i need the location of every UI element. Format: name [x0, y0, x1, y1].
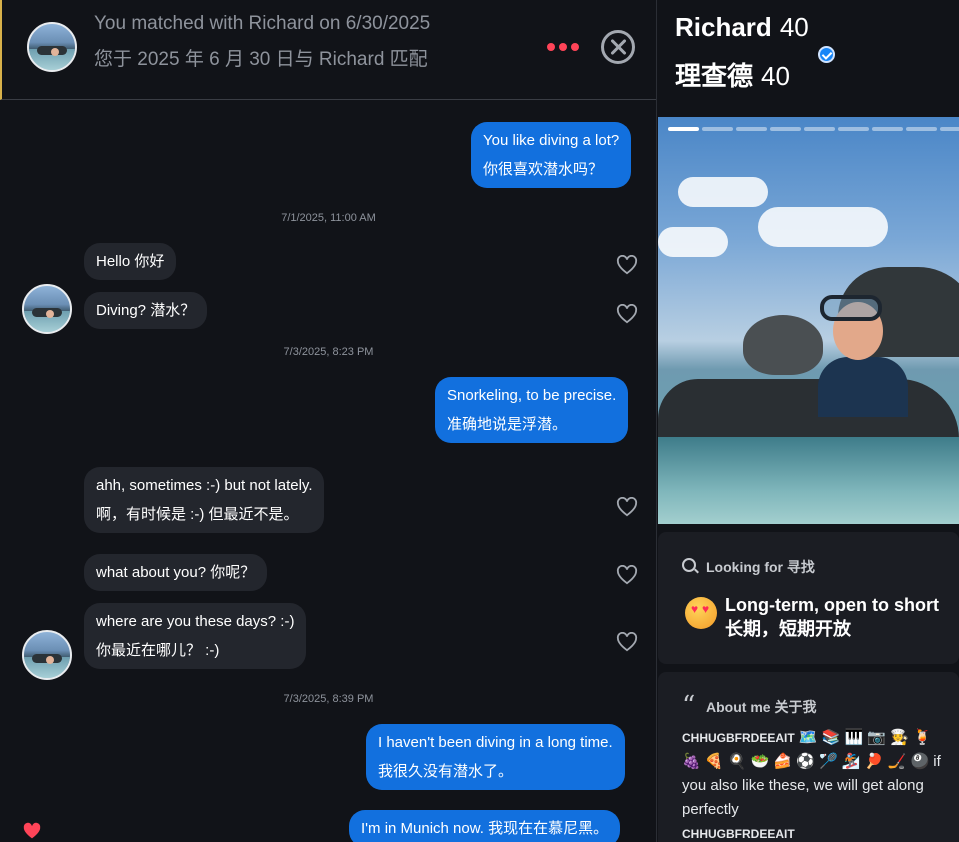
looking-for-value: Long-term, open to short 长期，短期开放 — [725, 595, 939, 639]
photo-progress-segment[interactable] — [668, 127, 699, 131]
profile-age: 40 — [761, 61, 790, 91]
chat-header: You matched with Richard on 6/30/2025 您于… — [0, 0, 656, 100]
photo-progress-segment[interactable] — [770, 127, 801, 131]
profile-panel: Richard40 理查德40 Looking for 寻找 Long-term… — [658, 0, 959, 842]
message-text: what about you? 你呢？ — [96, 564, 256, 581]
more-dots-icon[interactable] — [547, 43, 579, 51]
message-text: where are you these days? :-) — [96, 613, 295, 630]
message-bubble-outgoing[interactable]: I haven't been diving in a long time. 我很… — [366, 724, 625, 790]
photo-progress-segment[interactable] — [702, 127, 733, 131]
sender-avatar[interactable] — [22, 284, 72, 334]
profile-photo[interactable] — [658, 117, 959, 524]
timestamp: 7/3/2025, 8:39 PM — [283, 693, 374, 705]
match-date-zh: 您于 2025 年 6 月 30 日与 Richard 匹配 — [94, 49, 428, 70]
search-icon — [682, 558, 696, 572]
about-caps: CHHUGBFRDEEAIT — [682, 827, 795, 841]
like-heart-icon[interactable] — [616, 255, 638, 275]
message-text: You like diving a lot? — [483, 132, 620, 149]
message-text: 准确地说是浮潜。 — [447, 416, 568, 433]
message-bubble-incoming[interactable]: ahh, sometimes :-) but not lately. 啊，有时候… — [84, 467, 325, 533]
about-emoji-row: 🗺️ 📚 🎹 📷 🧑‍🍳 🍹 — [798, 729, 932, 746]
snorkel-mask — [820, 295, 882, 321]
profile-name: Richard — [675, 12, 772, 42]
profile-name-chinese: 理查德 — [675, 61, 754, 91]
like-heart-icon[interactable] — [616, 497, 638, 517]
message-text: I'm in Munich now. 我现在在慕尼黑。 — [361, 820, 609, 837]
about-me-card: “ About me 关于我 CHHUGBFRDEEAIT 🗺️ 📚 🎹 📷 🧑… — [658, 672, 959, 842]
message-text: I haven't been diving in a long time. — [378, 734, 613, 751]
about-me-text: CHHUGBFRDEEAIT 🗺️ 📚 🎹 📷 🧑‍🍳 🍹 🍇 🍕 🍳 🥗 🍰 … — [682, 726, 956, 842]
message-bubble-outgoing[interactable]: You like diving a lot? 你很喜欢潜水吗？ — [471, 122, 632, 188]
message-text: 你最近在哪儿？ :-) — [96, 642, 220, 659]
photo-progress-indicator[interactable] — [668, 127, 959, 131]
quote-icon: “ — [682, 691, 696, 721]
photo-progress-segment[interactable] — [804, 127, 835, 131]
message-bubble-incoming[interactable]: what about you? 你呢？ — [84, 554, 268, 591]
message-text: Diving? 潜水？ — [96, 302, 196, 319]
photo-progress-segment[interactable] — [736, 127, 767, 131]
message-text: Hello 你好 — [96, 253, 165, 270]
timestamp: 7/3/2025, 8:23 PM — [283, 346, 374, 358]
about-caps: CHHUGBFRDEEAIT — [682, 731, 795, 745]
message-bubble-incoming[interactable]: where are you these days? :-) 你最近在哪儿？ :-… — [84, 603, 307, 669]
message-text: ahh, sometimes :-) but not lately. — [96, 477, 313, 494]
message-bubble-incoming[interactable]: Hello 你好 — [84, 243, 177, 280]
about-me-title: About me 关于我 — [706, 699, 817, 715]
like-heart-icon[interactable] — [616, 565, 638, 585]
message-text: Snorkeling, to be precise. — [447, 387, 617, 404]
like-heart-icon[interactable] — [616, 632, 638, 652]
profile-age: 40 — [779, 12, 809, 42]
looking-for-title: Looking for 寻找 — [706, 559, 815, 575]
message-bubble-outgoing[interactable]: I'm in Munich now. 我现在在慕尼黑。 — [349, 810, 621, 842]
photo-progress-segment[interactable] — [940, 127, 959, 131]
match-date-en: You matched with Richard on 6/30/2025 — [94, 13, 431, 34]
liked-heart-icon[interactable] — [22, 822, 42, 840]
heart-eyes-emoji-icon — [685, 597, 717, 629]
profile-name-en: Richard 40 — [675, 12, 809, 43]
message-text: 啊，有时候是 :-) 但最近不是。 — [96, 506, 299, 523]
photo-progress-segment[interactable] — [838, 127, 869, 131]
message-bubble-outgoing[interactable]: Snorkeling, to be precise. 准确地说是浮潜。 — [435, 377, 629, 443]
message-bubble-incoming[interactable]: Diving? 潜水？ — [84, 292, 208, 329]
message-text: 你很喜欢潜水吗？ — [483, 161, 604, 178]
profile-name-zh: 理查德 40 — [675, 56, 790, 93]
sender-avatar[interactable] — [22, 630, 72, 680]
chat-panel: You matched with Richard on 6/30/2025 您于… — [0, 0, 657, 842]
timestamp: 7/1/2025, 11:00 AM — [281, 212, 376, 224]
close-circle-icon[interactable] — [601, 30, 635, 64]
photo-progress-segment[interactable] — [906, 127, 937, 131]
sea-lion — [743, 315, 823, 375]
about-emoji-row: 🍇 🍕 🍳 🥗 🍰 ⚽ 🏸 🏂 🏓 🏒 🎱 — [682, 753, 930, 770]
match-avatar[interactable] — [27, 22, 77, 72]
looking-for-card: Looking for 寻找 Long-term, open to short … — [658, 532, 959, 664]
message-text: 我很久没有潜水了。 — [378, 763, 514, 780]
verified-badge-icon — [818, 46, 835, 63]
photo-progress-segment[interactable] — [872, 127, 903, 131]
like-heart-icon[interactable] — [616, 304, 638, 324]
